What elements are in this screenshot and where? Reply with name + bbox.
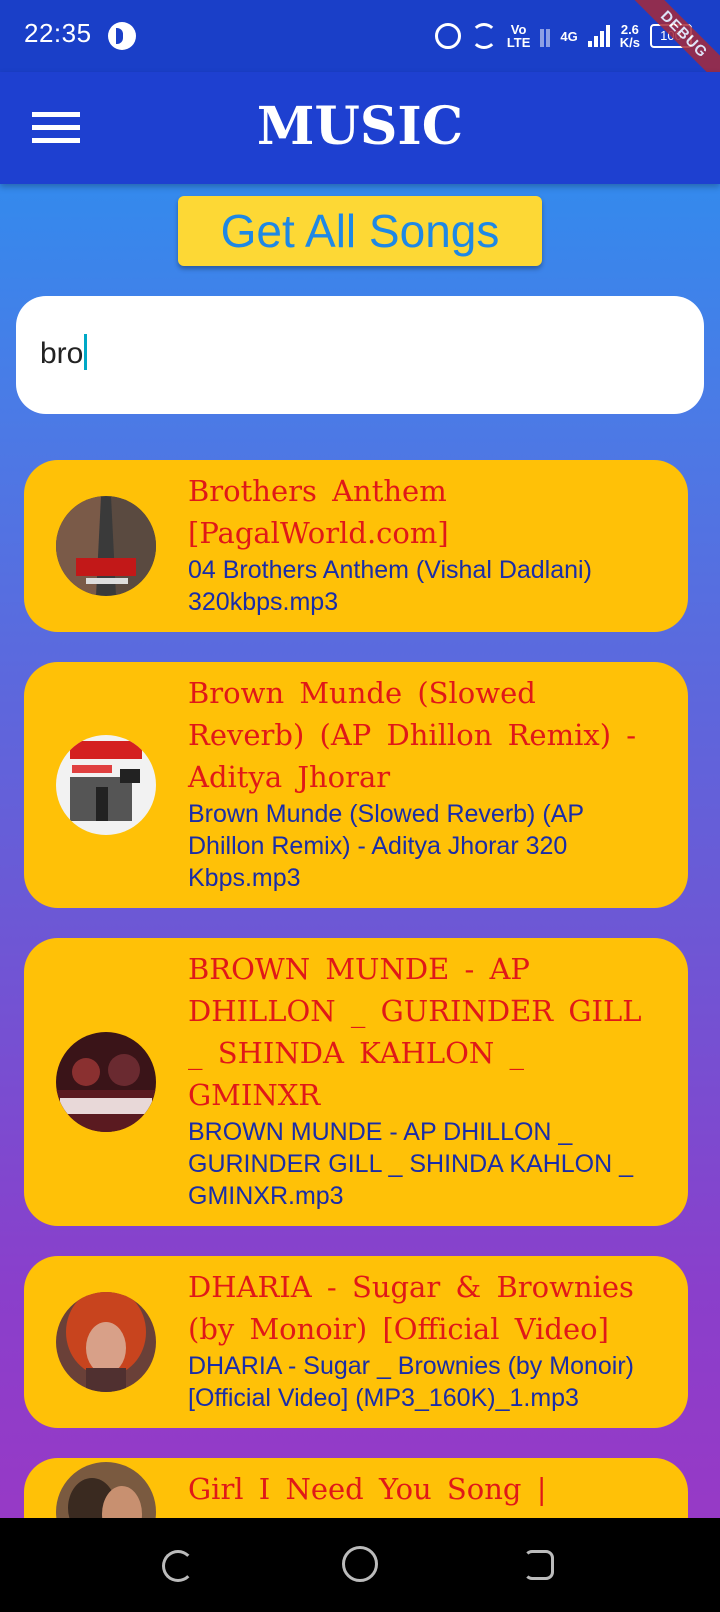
status-time: 22:35: [24, 18, 92, 48]
volte-bottom-label: LTE: [506, 35, 531, 50]
data-activity-icon: [540, 25, 551, 47]
song-artwork: [56, 1032, 156, 1132]
song-artwork: [56, 1292, 156, 1392]
app-title: MUSIC: [256, 96, 464, 157]
signal-strength-icon: [587, 25, 610, 47]
alarm-icon: [434, 23, 461, 49]
song-artwork: [56, 496, 156, 596]
status-bar: 22:35 Vo LTE 4G 2.6 K/s 100 DEBUG: [0, 0, 720, 99]
status-icons: Vo LTE 4G 2.6 K/s 100: [434, 18, 692, 54]
song-filename: Brown Munde (Slowed Reverb) (AP Dhillon …: [188, 800, 584, 892]
search-input[interactable]: bro: [16, 296, 704, 414]
song-item[interactable]: BROWN MUNDE - AP DHILLON _ GURINDER GILL…: [24, 938, 688, 1226]
song-title: BROWN MUNDE - AP DHILLON _ GURINDER GILL…: [188, 952, 642, 1112]
song-artwork: [56, 735, 156, 835]
song-item[interactable]: Girl I Need You Song | BAAGHI | Tiger, S…: [24, 1458, 688, 1518]
song-list[interactable]: Brothers Anthem [PagalWorld.com] 04 Brot…: [24, 460, 688, 1518]
back-icon[interactable]: [162, 1550, 194, 1582]
song-title: Brothers Anthem [PagalWorld.com]: [188, 474, 449, 550]
song-title: Girl I Need You Song | BAAGHI | Tiger, S…: [188, 1472, 619, 1518]
search-input-value: bro: [40, 334, 88, 371]
search-text: bro: [40, 337, 84, 370]
song-title: Brown Munde (Slowed Reverb) (AP Dhillon …: [188, 676, 637, 794]
app-bar: MUSIC: [0, 72, 720, 184]
recent-apps-icon[interactable]: [524, 1550, 554, 1580]
volte-indicator: Vo LTE: [507, 23, 531, 49]
text-cursor: [84, 334, 88, 370]
song-item[interactable]: Brothers Anthem [PagalWorld.com] 04 Brot…: [24, 460, 688, 632]
song-item[interactable]: Brown Munde (Slowed Reverb) (AP Dhillon …: [24, 662, 688, 908]
song-filename: DHARIA - Sugar _ Brownies (by Monoir) [O…: [188, 1352, 634, 1412]
network-speed-unit: K/s: [619, 35, 640, 50]
notification-app-icon: [108, 22, 136, 50]
home-icon[interactable]: [342, 1546, 378, 1582]
song-item[interactable]: DHARIA - Sugar & Brownies (by Monoir) [O…: [24, 1256, 688, 1428]
system-nav-bar: [0, 1518, 720, 1612]
song-filename: 04 Brothers Anthem (Vishal Dadlani) 320k…: [188, 556, 592, 616]
song-artwork: [56, 1462, 156, 1518]
get-all-songs-button[interactable]: Get All Songs: [178, 196, 542, 266]
network-type: 4G: [560, 28, 578, 44]
song-title: DHARIA - Sugar & Brownies (by Monoir) [O…: [188, 1270, 634, 1346]
song-filename: BROWN MUNDE - AP DHILLON _ GURINDER GILL…: [188, 1118, 634, 1210]
network-speed: 2.6 K/s: [620, 23, 640, 49]
hotspot-icon: [470, 23, 497, 49]
